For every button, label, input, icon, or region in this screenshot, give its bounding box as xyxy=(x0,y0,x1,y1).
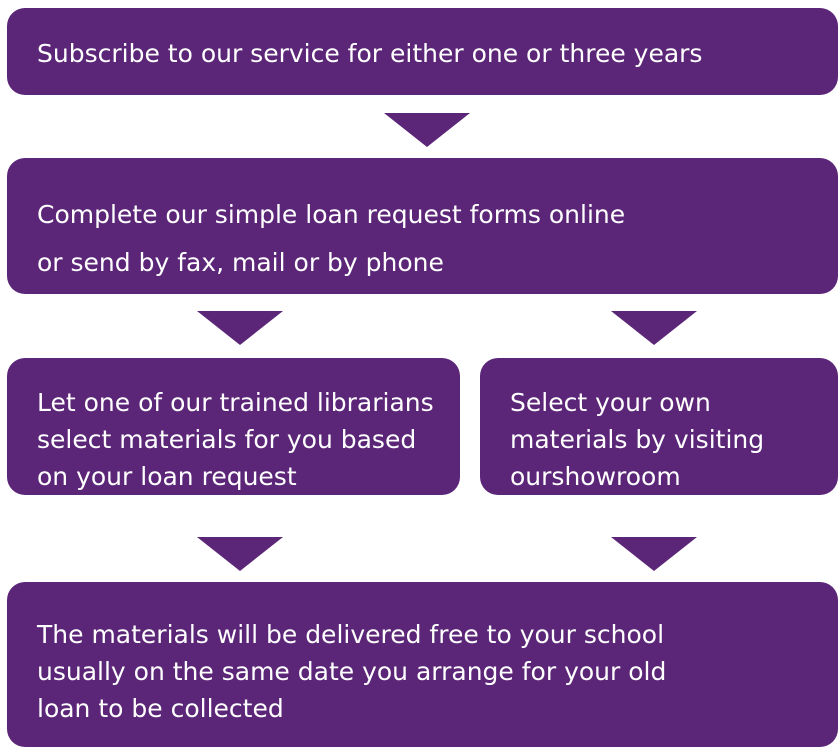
step-librarian-text-line-3: on your loan request xyxy=(37,462,297,491)
down-arrow-icon xyxy=(197,537,283,571)
step-librarian-box: Let one of our trained librarians select… xyxy=(7,358,460,495)
step-delivery-box: The materials will be delivered free to … xyxy=(7,582,838,747)
step-delivery-text-line-3: loan to be collected xyxy=(37,694,284,723)
down-arrow-icon xyxy=(611,311,697,345)
step-librarian-text-line-1: Let one of our trained librarians xyxy=(37,388,434,417)
step-request-box: Complete our simple loan request forms o… xyxy=(7,158,838,294)
step-delivery-text-line-2: usually on the same date you arrange for… xyxy=(37,657,667,686)
step-delivery-text-line-1: The materials will be delivered free to … xyxy=(37,620,665,649)
step-showroom-box: Select your own materials by visiting ou… xyxy=(480,358,838,495)
step-request-text-line-1: Complete our simple loan request forms o… xyxy=(37,200,626,229)
step-librarian-text-line-2: select materials for you based xyxy=(37,425,417,454)
step-subscribe-text: Subscribe to our service for either one … xyxy=(37,39,703,68)
step-showroom-text-line-2: materials by visiting xyxy=(510,425,765,454)
down-arrow-icon xyxy=(197,311,283,345)
down-arrow-icon xyxy=(611,537,697,571)
down-arrow-icon xyxy=(384,113,470,147)
step-subscribe-box: Subscribe to our service for either one … xyxy=(7,8,838,95)
step-showroom-text-line-3: ourshowroom xyxy=(510,462,681,491)
step-showroom-text-line-1: Select your own xyxy=(510,388,711,417)
step-request-text-line-2: or send by fax, mail or by phone xyxy=(37,248,444,277)
